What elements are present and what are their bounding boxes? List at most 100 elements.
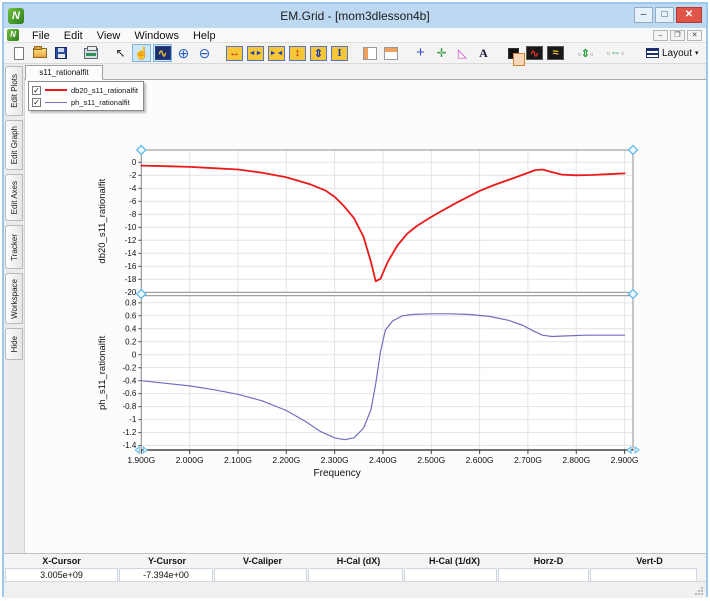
vertical-panel-icon bbox=[363, 47, 377, 60]
resize-grip-icon[interactable] bbox=[694, 586, 704, 596]
fit-horizontal-button[interactable]: ↔ bbox=[225, 44, 244, 62]
cursor-readout-bar: X-CursorY-CursorV-CaliperH-Cal (dX)H-Cal… bbox=[4, 553, 706, 581]
open-file-button[interactable] bbox=[30, 44, 49, 62]
menu-bar: N FileEditViewWindowsHelp –❐✕ bbox=[4, 28, 706, 43]
fit-horizontal-icon: ↔ bbox=[226, 46, 243, 61]
y-tick-label: -10 bbox=[125, 223, 137, 232]
mdi-minimize-button[interactable]: – bbox=[653, 30, 668, 41]
status-header-vert-d: Vert-D bbox=[595, 554, 704, 568]
y-tick-label: -1 bbox=[129, 415, 137, 424]
slope-marker-icon: ◺ bbox=[458, 47, 467, 59]
legend-checkbox[interactable]: ✓ bbox=[32, 98, 41, 107]
x-tick-label: 2.700G bbox=[514, 455, 542, 465]
sidebar-tab-workspace[interactable]: Workspace bbox=[5, 273, 23, 324]
compress-horizontal-button[interactable]: ►◄ bbox=[267, 44, 286, 62]
sidebar-tab-label: Edit Plots bbox=[10, 70, 19, 112]
zoom-in-icon: ⊕ bbox=[178, 47, 190, 59]
expand-horizontal-button[interactable]: ◄► bbox=[246, 44, 265, 62]
vertical-panel-button[interactable] bbox=[360, 44, 379, 62]
status-header-x-cursor: X-Cursor bbox=[4, 554, 119, 568]
legend-checkbox[interactable]: ✓ bbox=[32, 86, 41, 95]
sidebar-tab-hide[interactable]: Hide bbox=[5, 328, 23, 360]
sidebar-tab-label: Edit Axes bbox=[10, 177, 19, 218]
plot-panel-top[interactable] bbox=[141, 150, 633, 292]
zoom-in-button[interactable]: ⊕ bbox=[174, 44, 193, 62]
horizontal-panel-button[interactable] bbox=[381, 44, 400, 62]
expand-vertical-icon: ⇕ bbox=[310, 46, 327, 61]
status-value-v-caliper bbox=[214, 568, 307, 582]
close-button[interactable]: ✕ bbox=[676, 7, 702, 23]
y-tick-label: -8 bbox=[129, 210, 137, 219]
legend-item: ✓db20_s11_rationalfit bbox=[32, 84, 138, 96]
expand-vertical-button[interactable]: ⇕ bbox=[309, 44, 328, 62]
menu-help[interactable]: Help bbox=[186, 30, 223, 42]
status-header-v-caliper: V-Caliper bbox=[215, 554, 310, 568]
zoom-out-icon: ⊖ bbox=[199, 47, 211, 59]
y-tick-label: 0 bbox=[132, 350, 137, 359]
axis-handle-arrow[interactable] bbox=[635, 447, 639, 453]
y-tick-label: -0.2 bbox=[123, 363, 137, 372]
y-tick-label: -1.4 bbox=[123, 441, 137, 450]
horizontal-panel-icon bbox=[384, 47, 398, 60]
x-tick-label: 1.900G bbox=[127, 455, 155, 465]
print-button[interactable] bbox=[81, 44, 100, 62]
copy-plot-icon bbox=[508, 48, 519, 59]
sidebar: Edit Plots Edit Graph Edit Axes Tracker Work… bbox=[4, 64, 24, 553]
layout-menu-button[interactable]: Layout▾ bbox=[640, 44, 705, 62]
sidebar-tab-tracker[interactable]: Tracker bbox=[5, 225, 23, 269]
mdi-restore-button[interactable]: ❐ bbox=[670, 30, 685, 41]
toolbar: ↖☝∿⊕⊖↔◄►►◄↕⇕I+✛◺A∿≈⇕⇔Layout▾ bbox=[4, 43, 706, 64]
status-value-vert-d bbox=[590, 568, 697, 582]
document-tab-strip: s11_rationalfit bbox=[24, 64, 706, 80]
y-axis-title: db20_s11_rationalfit bbox=[97, 178, 108, 263]
trace-select-tool-button[interactable]: ∿ bbox=[153, 44, 172, 62]
status-value-h-cal-dx- bbox=[308, 568, 403, 582]
fit-vertical-button[interactable]: ↕ bbox=[288, 44, 307, 62]
hand-pan-tool-button[interactable]: ☝ bbox=[132, 44, 151, 62]
sidebar-tab-edit-graph[interactable]: Edit Graph bbox=[5, 120, 23, 170]
vertical-spacing-button[interactable]: ⇕ bbox=[576, 44, 595, 62]
save-button[interactable] bbox=[51, 44, 70, 62]
mdi-close-button[interactable]: ✕ bbox=[687, 30, 702, 41]
window-title: EM.Grid - [mom3dlesson4b] bbox=[4, 9, 706, 23]
fit-y-axis-button[interactable]: I bbox=[330, 44, 349, 62]
menu-file[interactable]: File bbox=[25, 30, 57, 42]
slope-marker-button[interactable]: ◺ bbox=[453, 44, 472, 62]
layout-label: Layout bbox=[662, 48, 692, 59]
add-marker-button[interactable]: + bbox=[411, 44, 430, 62]
maximize-button[interactable]: □ bbox=[655, 7, 674, 23]
x-tick-label: 2.600G bbox=[466, 455, 494, 465]
chart-area[interactable]: 0-2-4-6-8-10-12-14-16-18-20db20_s11_rati… bbox=[93, 143, 653, 483]
y-tick-label: -2 bbox=[129, 171, 137, 180]
application-window: N EM.Grid - [mom3dlesson4b] – □ ✕ N File… bbox=[2, 2, 708, 597]
sidebar-tab-label: Tracker bbox=[10, 230, 19, 265]
dark-plot-single-button[interactable]: ∿ bbox=[525, 44, 544, 62]
new-document-button[interactable] bbox=[9, 44, 28, 62]
axes-marker-button[interactable]: ✛ bbox=[432, 44, 451, 62]
pointer-tool-button[interactable]: ↖ bbox=[111, 44, 130, 62]
tab-s11-rationalfit[interactable]: s11_rationalfit bbox=[25, 65, 103, 80]
fit-y-axis-icon: I bbox=[331, 46, 348, 61]
horizontal-spacing-button[interactable]: ⇔ bbox=[606, 44, 625, 62]
menu-edit[interactable]: Edit bbox=[57, 30, 90, 42]
legend-label: ph_s11_rationalfit bbox=[71, 98, 130, 107]
plot-canvas[interactable]: ✓db20_s11_rationalfit✓ph_s11_rationalfit… bbox=[24, 80, 706, 553]
x-tick-label: 2.500G bbox=[417, 455, 445, 465]
y-tick-label: -16 bbox=[125, 262, 137, 271]
plot-panel-bottom[interactable] bbox=[141, 296, 633, 450]
sidebar-tab-edit-plots[interactable]: Edit Plots bbox=[5, 66, 23, 116]
menu-view[interactable]: View bbox=[90, 30, 128, 42]
copy-plot-button[interactable] bbox=[504, 44, 523, 62]
sidebar-tab-label: Hide bbox=[10, 332, 19, 356]
status-value-h-cal-1-dx- bbox=[404, 568, 497, 582]
y-axis-title: ph_s11_rationalfit bbox=[97, 335, 108, 410]
layout-icon bbox=[646, 48, 659, 58]
axes-marker-icon: ✛ bbox=[436, 47, 446, 59]
x-axis-title: Frequency bbox=[314, 468, 361, 479]
dark-plot-multi-button[interactable]: ≈ bbox=[546, 44, 565, 62]
menu-windows[interactable]: Windows bbox=[127, 30, 186, 42]
zoom-out-button[interactable]: ⊖ bbox=[195, 44, 214, 62]
text-annotation-button[interactable]: A bbox=[474, 44, 493, 62]
sidebar-tab-edit-axes[interactable]: Edit Axes bbox=[5, 174, 23, 221]
minimize-button[interactable]: – bbox=[634, 7, 653, 23]
